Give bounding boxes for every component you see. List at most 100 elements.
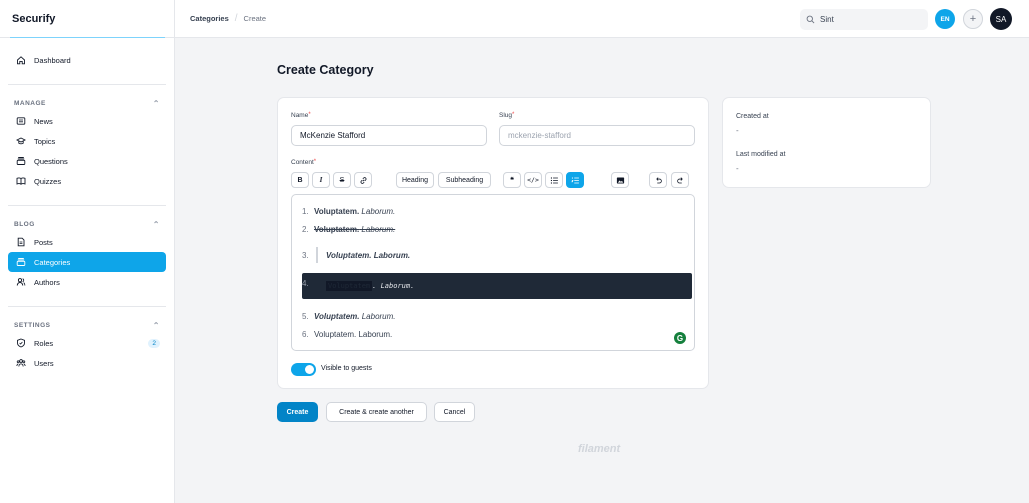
list-number: 6. xyxy=(302,330,309,339)
cancel-button[interactable]: Cancel xyxy=(434,402,475,422)
sidebar-item-categories[interactable]: Categories xyxy=(8,252,166,272)
group-settings[interactable]: SETTINGS ⌃ xyxy=(8,317,166,333)
plain-text: Voluptatem. Laborum. xyxy=(314,330,393,339)
sidebar-item-users[interactable]: Users xyxy=(8,353,166,373)
sidebar-item-label: Posts xyxy=(34,237,53,247)
user-group-icon xyxy=(14,358,28,368)
inbox-stack-icon xyxy=(14,156,28,166)
sidebar-item-label: News xyxy=(34,116,53,126)
heading-button[interactable]: Heading xyxy=(396,172,434,188)
form-card: Name* McKenzie Stafford Slug* mckenzie-s… xyxy=(277,97,709,389)
sidebar-item-posts[interactable]: Posts xyxy=(8,232,166,252)
quote-text: Voluptatem. Laborum. xyxy=(326,250,411,260)
sidebar-item-questions[interactable]: Questions xyxy=(8,151,166,171)
content-label: Content* xyxy=(291,159,316,166)
sidebar-item-dashboard[interactable]: Dashboard xyxy=(8,50,166,70)
list-number: 3. xyxy=(302,250,309,260)
filament-logo: filament xyxy=(578,443,621,455)
plus-icon[interactable]: + xyxy=(963,9,983,29)
code-block: Voluptatem. Laborum. xyxy=(302,273,692,299)
slug-label: Slug* xyxy=(499,112,514,119)
strike-bold-text: Voluptatem. xyxy=(314,225,360,234)
strike-button[interactable]: S xyxy=(333,172,351,188)
brand-logo[interactable]: Securify xyxy=(0,0,174,38)
code-icon[interactable]: </> xyxy=(524,172,542,188)
code-highlight-text: Voluptatem xyxy=(326,281,373,291)
slug-field[interactable]: mckenzie-stafford xyxy=(499,125,695,146)
sidebar-item-news[interactable]: News xyxy=(8,111,166,131)
breadcrumb-categories[interactable]: Categories xyxy=(190,14,229,23)
breadcrumb-separator: / xyxy=(234,13,238,24)
divider xyxy=(8,205,166,206)
breadcrumb: Categories / Create xyxy=(190,13,266,24)
create-button[interactable]: Create xyxy=(277,402,318,422)
ordered-list-icon[interactable] xyxy=(566,172,584,188)
sidebar-item-topics[interactable]: Topics xyxy=(8,131,166,151)
sidebar-item-label: Roles xyxy=(34,338,54,348)
list-item: 5. Voluptatem. Laborum. xyxy=(302,312,396,321)
create-another-button[interactable]: Create & create another xyxy=(326,402,427,422)
chevron-up-icon: ⌃ xyxy=(152,219,160,229)
image-icon[interactable] xyxy=(611,172,629,188)
required-marker: * xyxy=(313,159,317,165)
quote-icon[interactable]: ❝ xyxy=(503,172,521,188)
list-item: 2. Voluptatem. Laborum. xyxy=(302,225,395,234)
sidebar-item-label: Quizzes xyxy=(34,176,62,186)
italic-text: Laborum. xyxy=(361,312,396,321)
list-number: 1. xyxy=(302,207,309,216)
sidebar-item-roles[interactable]: Roles 2 xyxy=(8,333,166,353)
visible-label: Visible to guests xyxy=(321,365,372,372)
sidebar-item-quizzes[interactable]: Quizzes xyxy=(8,171,166,191)
created-value: - xyxy=(736,126,739,135)
divider xyxy=(8,306,166,307)
italic-text: Laborum. xyxy=(361,207,396,216)
sidebar-item-label: Dashboard xyxy=(34,55,71,65)
shield-check-icon xyxy=(14,338,28,348)
language-switcher[interactable]: EN xyxy=(935,9,955,29)
slug-label-text: Slug xyxy=(499,112,513,119)
group-title: MANAGE xyxy=(14,99,46,107)
sidebar-item-authors[interactable]: Authors xyxy=(8,272,166,292)
chevron-up-icon: ⌃ xyxy=(152,320,160,330)
name-field[interactable]: McKenzie Stafford xyxy=(291,125,487,146)
page-title: Create Category xyxy=(277,63,374,77)
toggle-knob xyxy=(305,365,314,374)
undo-icon[interactable] xyxy=(649,172,667,188)
sidebar-item-label: Authors xyxy=(34,277,60,287)
users-icon xyxy=(14,277,28,287)
italic-button[interactable]: I xyxy=(312,172,330,188)
bullet-list-icon[interactable] xyxy=(545,172,563,188)
graduation-cap-icon xyxy=(14,136,28,146)
bold-button[interactable]: B xyxy=(291,172,309,188)
strike-italic-text: Laborum. xyxy=(361,225,396,234)
search-icon xyxy=(806,15,815,24)
meta-card: Created at - Last modified at - xyxy=(722,97,931,188)
group-manage[interactable]: MANAGE ⌃ xyxy=(8,95,166,111)
grammarly-icon[interactable]: G xyxy=(674,332,686,344)
avatar[interactable]: SA xyxy=(990,8,1012,30)
created-label: Created at xyxy=(736,113,769,120)
rich-editor[interactable]: 1. Voluptatem. Laborum. 2. Voluptatem. L… xyxy=(291,194,695,351)
group-blog[interactable]: BLOG ⌃ xyxy=(8,216,166,232)
inbox-stack-icon xyxy=(14,257,28,267)
subheading-button[interactable]: Subheading xyxy=(438,172,491,188)
redo-icon[interactable] xyxy=(671,172,689,188)
required-marker: * xyxy=(512,112,515,118)
book-open-icon xyxy=(14,176,28,186)
name-label: Name* xyxy=(291,112,311,119)
visible-toggle[interactable] xyxy=(291,363,316,376)
group-title: SETTINGS xyxy=(14,321,51,329)
breadcrumb-create: Create xyxy=(243,14,267,23)
sidebar: Securify Dashboard MANAGE ⌃ News Topics … xyxy=(0,0,175,503)
link-icon[interactable] xyxy=(354,172,372,188)
content-label-text: Content xyxy=(291,159,314,166)
search-input[interactable]: Sint xyxy=(800,9,928,30)
list-number: 2. xyxy=(302,225,309,234)
list-item: 3. Voluptatem. Laborum. xyxy=(302,247,410,263)
roles-count-badge: 2 xyxy=(148,338,160,348)
search-value: Sint xyxy=(820,15,834,24)
name-label-text: Name xyxy=(291,112,309,119)
sidebar-item-label: Users xyxy=(34,358,54,368)
code-text: . Laborum. xyxy=(372,282,415,290)
sidebar-item-label: Categories xyxy=(34,257,71,267)
